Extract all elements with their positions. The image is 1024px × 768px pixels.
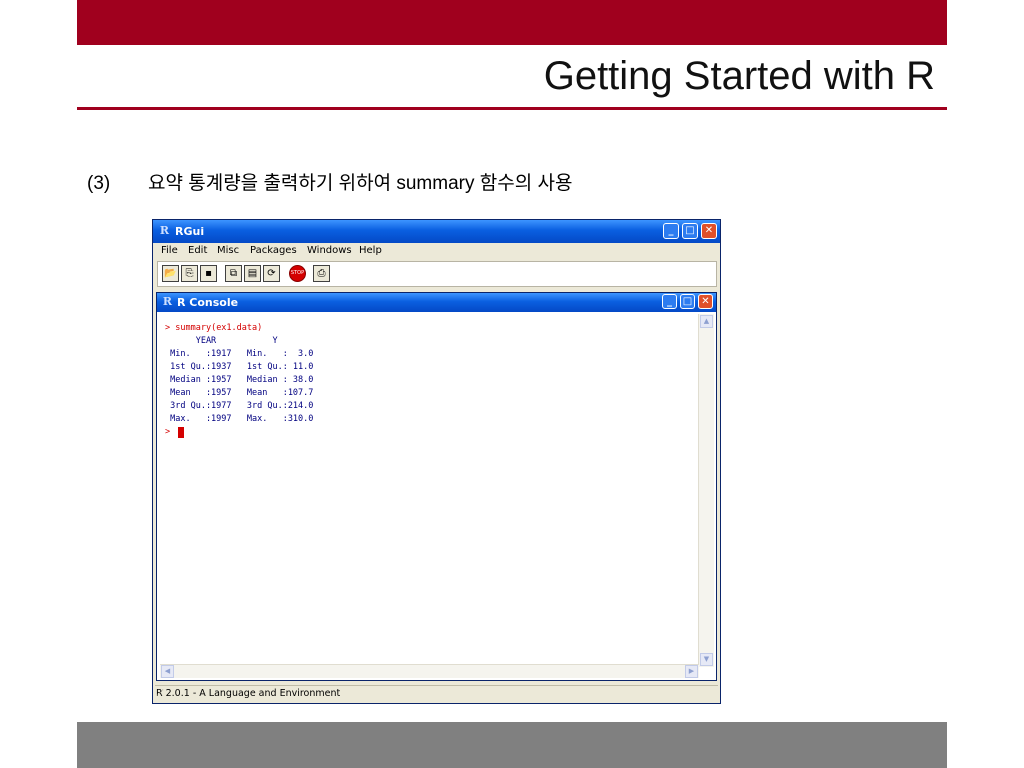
console-output-line: Min. :1917 Min. : 3.0 [165,349,324,359]
console-titlebar[interactable]: R R Console _ □ ✕ [157,293,716,312]
slide-title: Getting Started with R [543,54,935,98]
bullet-number: (3) [87,173,111,194]
copy-paste-icon[interactable]: ⟳ [263,265,280,282]
menu-misc[interactable]: Misc [217,245,239,256]
console-text-area[interactable]: > summary(ex1.data) YEAR Y Min. :1917 Mi… [160,315,697,667]
bullet-text: 요약 통계량을 출력하기 위하여 summary 함수의 사용 [148,173,573,194]
scroll-up-icon[interactable]: ▲ [700,315,713,328]
console-output-line: 1st Qu.:1937 1st Qu.: 11.0 [165,362,324,372]
resize-grip-icon[interactable]: ⋰ [156,688,166,698]
r-logo-icon: R [159,224,170,237]
console-window[interactable]: R R Console _ □ ✕ > summary(ex1.data) YE… [156,292,717,681]
prompt-symbol: > [165,427,171,437]
console-command: summary(ex1.data) [175,323,263,333]
menu-packages[interactable]: Packages [250,245,297,256]
minimize-button[interactable]: _ [663,223,679,239]
console-prompt-line[interactable]: > [165,426,170,439]
maximize-button[interactable]: □ [682,223,698,239]
console-output-line: Median :1957 Median : 38.0 [165,375,324,385]
console-minimize-button[interactable]: _ [662,294,677,309]
menu-edit[interactable]: Edit [188,245,207,256]
menu-windows[interactable]: Windows [307,245,352,256]
rgui-window[interactable]: R RGui _ □ ✕ File Edit Misc Packages Win… [152,219,721,704]
r-logo-icon: R [162,295,173,308]
horizontal-scrollbar[interactable]: ◀ ▶ [160,664,699,678]
close-button[interactable]: ✕ [701,223,717,239]
console-output-line: YEAR Y [165,336,319,346]
status-bar: R 2.0.1 - A Language and Environment ⋰ [155,685,718,703]
copy-icon[interactable]: ⧉ [225,265,242,282]
console-output-line: Max. :1997 Max. :310.0 [165,414,324,424]
menu-file[interactable]: File [161,245,178,256]
console-close-button[interactable]: ✕ [698,294,713,309]
paste-icon[interactable]: ▤ [244,265,261,282]
stop-icon[interactable]: STOP [289,265,306,282]
rgui-title: RGui [175,225,205,238]
prompt-symbol: > [165,323,171,333]
open-script-icon[interactable]: 📂 [162,265,179,282]
save-icon[interactable]: ▪ [200,265,217,282]
footer-band [77,722,947,768]
console-title: R Console [177,296,239,309]
text-cursor [178,427,184,438]
scroll-left-icon[interactable]: ◀ [161,665,174,678]
load-workspace-icon[interactable]: ⎘ [181,265,198,282]
menu-help[interactable]: Help [359,245,382,256]
menu-bar: File Edit Misc Packages Windows Help [153,243,720,260]
scroll-right-icon[interactable]: ▶ [685,665,698,678]
header-band [77,0,947,45]
vertical-scrollbar[interactable]: ▲ ▼ [698,314,714,667]
console-maximize-button[interactable]: □ [680,294,695,309]
console-output-line: 3rd Qu.:1977 3rd Qu.:214.0 [165,401,324,411]
rgui-titlebar[interactable]: R RGui _ □ ✕ [153,220,720,243]
toolbar: 📂 ⎘ ▪ ⧉ ▤ ⟳ STOP ⎙ [157,261,717,287]
title-divider [77,107,947,110]
scroll-down-icon[interactable]: ▼ [700,653,713,666]
console-command-line: > summary(ex1.data) [165,322,262,335]
print-icon[interactable]: ⎙ [313,265,330,282]
console-output-line: Mean :1957 Mean :107.7 [165,388,324,398]
status-text: R 2.0.1 - A Language and Environment [156,688,341,699]
